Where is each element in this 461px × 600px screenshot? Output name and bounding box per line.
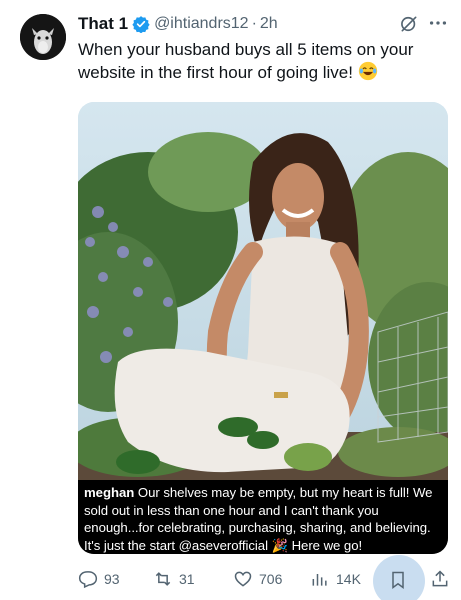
views-button[interactable]: 14K <box>310 569 361 589</box>
bookmark-icon <box>392 571 404 589</box>
timestamp[interactable]: 2h <box>260 15 278 33</box>
share-icon <box>432 570 448 587</box>
image-caption: meghan Our shelves may be empty, but my … <box>78 480 448 554</box>
bookmark-button[interactable] <box>373 555 425 600</box>
more-icon[interactable] <box>427 12 449 34</box>
caption-end: Here we go! <box>287 537 363 553</box>
like-count: 706 <box>259 571 283 587</box>
repost-button[interactable]: 31 <box>153 569 195 589</box>
handle[interactable]: @ihtiandrs12 <box>154 15 249 33</box>
tweet-image[interactable]: meghan Our shelves may be empty, but my … <box>78 102 448 554</box>
avatar[interactable] <box>20 14 66 60</box>
like-button[interactable]: 706 <box>233 569 282 589</box>
laughing-emoji-icon <box>358 61 377 81</box>
party-popper-icon: 🎉 <box>271 537 288 553</box>
tweet-header: That 1 @ihtiandrs12 · 2h <box>78 12 449 36</box>
repost-icon <box>155 572 171 586</box>
display-name[interactable]: That 1 <box>78 14 128 34</box>
repost-count: 31 <box>179 571 195 587</box>
views-icon <box>312 574 327 586</box>
reply-count: 93 <box>104 571 120 587</box>
action-bar: 93 31 706 14K <box>78 555 456 600</box>
like-icon <box>234 571 252 587</box>
separator-dot: · <box>251 15 257 32</box>
verified-icon <box>132 16 150 33</box>
reply-icon <box>78 571 98 589</box>
caption-username: meghan <box>84 485 135 500</box>
reply-button[interactable]: 93 <box>78 569 120 589</box>
views-count: 14K <box>336 571 361 587</box>
grok-icon[interactable] <box>399 14 419 34</box>
tweet-text: When your husband buys all 5 items on yo… <box>78 38 448 84</box>
caption-text: Our shelves may be empty, but my heart i… <box>84 485 433 553</box>
share-button[interactable] <box>430 569 456 589</box>
